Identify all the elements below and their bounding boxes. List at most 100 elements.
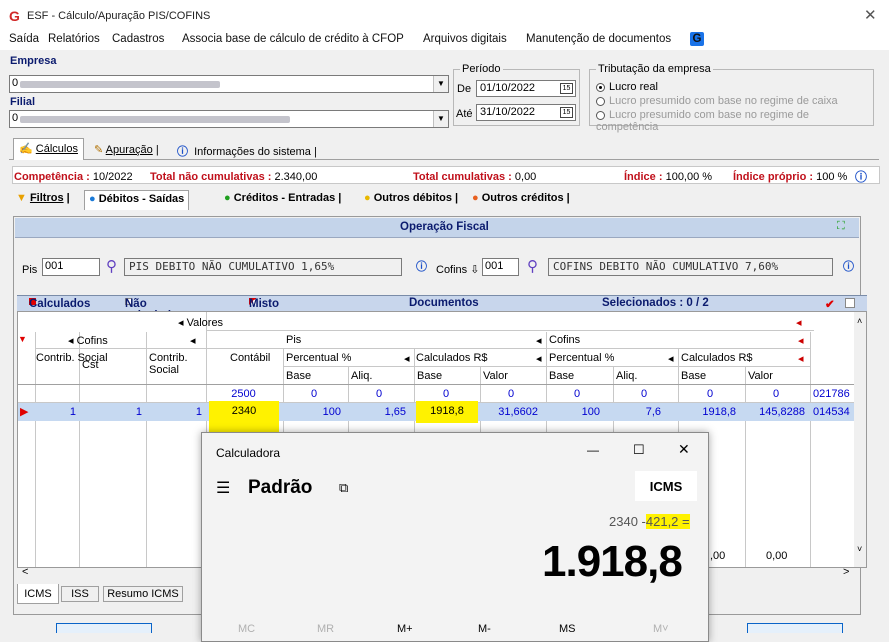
filial-value: 0	[12, 112, 19, 124]
col-cofins-aliq[interactable]: Aliq.	[616, 370, 637, 382]
tab-filtros[interactable]: ▼ Filtros |	[16, 192, 70, 204]
maximize-button[interactable]: ☐	[633, 442, 645, 458]
action-button[interactable]	[56, 623, 152, 633]
ms-button[interactable]: MS	[559, 623, 576, 635]
col-cofins[interactable]: Cofins	[549, 334, 580, 346]
col-cst[interactable]: Cst	[82, 359, 99, 371]
chevron-down-icon[interactable]: ▼	[433, 111, 448, 127]
bottom-tabs: ICMS ISS Resumo ICMS	[17, 584, 201, 604]
cell: 021786	[813, 388, 850, 400]
tab-outros-creditos[interactable]: ● Outros créditos |	[472, 192, 570, 204]
tributacao-group: Tributação da empresa Lucro real Lucro p…	[589, 63, 874, 133]
col-cofins-calc-base[interactable]: Base	[681, 370, 706, 382]
radio-selected-icon[interactable]	[596, 82, 605, 92]
cofins-code-input[interactable]: 001	[482, 258, 519, 276]
close-calculator-button[interactable]: ✕	[678, 441, 690, 458]
g-logo-icon[interactable]: G	[690, 32, 704, 46]
radio-presumido-caixa[interactable]: Lucro presumido com base no regime de ca…	[596, 95, 838, 107]
apuracao-icon: ✎	[94, 144, 104, 156]
minimize-button[interactable]: —	[587, 443, 599, 457]
memory-list-button[interactable]: M˅	[653, 623, 669, 635]
menu-cadastros[interactable]: Cadastros	[112, 33, 164, 45]
cell-pis-base-highlighted: 1918,8	[416, 401, 478, 423]
tab-apuracao[interactable]: ✎ Apuração |	[89, 140, 164, 160]
mc-button[interactable]: MC	[238, 623, 255, 635]
close-window-button[interactable]: ✕	[864, 6, 877, 24]
keep-on-top-icon[interactable]: ⧉	[339, 480, 348, 496]
tab-creditos-entradas[interactable]: ● Créditos - Entradas |	[224, 192, 341, 204]
operacao-title: Operação Fiscal	[400, 221, 489, 233]
col-pis-aliq[interactable]: Aliq.	[351, 370, 372, 382]
check-icon[interactable]: ✔	[825, 297, 835, 311]
col-cofins-percentual[interactable]: Percentual %	[549, 352, 614, 364]
menu-associa-base[interactable]: Associa base de cálculo de crédito à CFO…	[182, 33, 404, 45]
mr-button[interactable]: MR	[317, 623, 334, 635]
tab-informacoes[interactable]: ⓘ Informações do sistema |	[172, 140, 322, 160]
select-all-checkbox[interactable]	[845, 298, 855, 308]
tab-debitos-saidas[interactable]: ● Débitos - Saídas	[84, 190, 190, 210]
grid-toolbar: Calculados Não calculados Misto Document…	[17, 295, 867, 322]
col-contrib-social-2[interactable]: Contrib. Social	[149, 352, 191, 376]
tab-icms[interactable]: ICMS	[17, 584, 59, 604]
tab-outros-debitos[interactable]: ● Outros débitos |	[364, 192, 458, 204]
scroll-left-icon[interactable]: <	[22, 566, 28, 578]
col-pis[interactable]: Pis	[286, 334, 301, 346]
col-pis-valor[interactable]: Valor	[483, 370, 508, 382]
col-cofins-valor[interactable]: Valor	[748, 370, 773, 382]
calendar-icon[interactable]: 15	[560, 107, 573, 118]
expand-icon[interactable]: ⛶	[837, 220, 845, 233]
radio-presumido-competencia[interactable]: Lucro presumido com base no regime de co…	[596, 109, 873, 133]
hamburger-menu-icon[interactable]: ☰	[216, 478, 230, 498]
radio-icon[interactable]	[596, 96, 605, 106]
col-contabil[interactable]: Contábil	[230, 352, 270, 364]
dot-icon: ●	[89, 193, 96, 205]
calendar-icon[interactable]: 15	[560, 83, 573, 94]
dot-icon: ●	[364, 192, 371, 204]
vertical-scrollbar[interactable]: ˄ ˅	[854, 312, 866, 567]
cell: 0	[706, 388, 714, 400]
dot-icon: ●	[224, 192, 231, 204]
filial-blurred	[20, 116, 290, 123]
cofins-group-header: ◂ Cofins	[68, 335, 108, 347]
competencia: Competência : 10/2022	[14, 171, 133, 183]
tributacao-title: Tributação da empresa	[596, 63, 713, 75]
tab-resumo-icms[interactable]: Resumo ICMS	[103, 586, 183, 602]
m-plus-button[interactable]: M+	[397, 623, 413, 635]
filial-label: Filial	[10, 96, 36, 108]
periodo-title: Período	[460, 63, 503, 75]
col-pis-percentual[interactable]: Percentual %	[286, 352, 351, 364]
menu-manutencao-documentos[interactable]: Manutenção de documentos	[526, 33, 671, 45]
m-minus-button[interactable]: M-	[478, 623, 491, 635]
menu-relatorios[interactable]: Relatórios	[48, 33, 100, 45]
info-icon[interactable]: ⓘ	[855, 168, 867, 185]
col-pis-calc-base[interactable]: Base	[417, 370, 442, 382]
de-date-input[interactable]: 01/10/2022 15	[476, 80, 576, 97]
pis-code-input[interactable]: 001	[42, 258, 100, 276]
menu-arquivos-digitais[interactable]: Arquivos digitais	[423, 33, 507, 45]
search-icon[interactable]: ⚲	[527, 257, 538, 275]
tab-calculos[interactable]: ✍ Cálculos	[13, 138, 84, 160]
cell: 1,65	[384, 406, 406, 418]
footer-total: 0,00	[766, 550, 788, 562]
radio-lucro-real[interactable]: Lucro real	[596, 81, 658, 93]
filial-select[interactable]: 0 ▼	[9, 110, 449, 128]
scroll-up-icon[interactable]: ˄	[857, 316, 862, 326]
info-icon[interactable]: ⓘ	[843, 258, 854, 274]
menu-saida[interactable]: Saída	[9, 33, 39, 45]
scroll-down-icon[interactable]: ˅	[857, 544, 862, 554]
col-pis-calculados[interactable]: Calculados R$	[416, 352, 488, 364]
info-icon[interactable]: ⓘ	[416, 258, 427, 274]
action-button[interactable]	[747, 623, 843, 633]
tab-iss[interactable]: ISS	[61, 586, 99, 602]
radio-icon[interactable]	[596, 110, 605, 120]
scroll-right-icon[interactable]: >	[843, 566, 849, 578]
empresa-select[interactable]: 0 ▼	[9, 75, 449, 93]
col-cofins-base[interactable]: Base	[549, 370, 574, 382]
chevron-down-icon[interactable]: ▼	[433, 76, 448, 92]
footer-total: ,00	[710, 550, 726, 562]
search-icon[interactable]: ⚲	[106, 257, 117, 275]
col-contrib-social[interactable]: Contrib. Social	[36, 352, 108, 364]
col-cofins-calculados[interactable]: Calculados R$	[681, 352, 753, 364]
col-pis-base[interactable]: Base	[286, 370, 311, 382]
ate-date-input[interactable]: 31/10/2022 15	[476, 104, 576, 121]
